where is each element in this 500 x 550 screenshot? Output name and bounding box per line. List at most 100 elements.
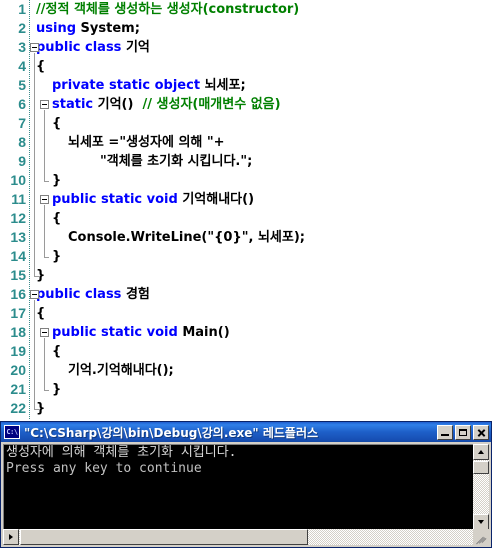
console-output-area[interactable]: 생성자에 의해 객체를 초기화 시킵니다. Press any key to c… [3,444,473,530]
code-line[interactable]: 21} [0,380,500,399]
code-line[interactable]: 9 "객체를 초기화 시킵니다."; [0,152,500,171]
minimize-button[interactable] [437,424,453,440]
code-line[interactable]: 12 { [0,209,500,228]
line-number: 9 [18,153,26,169]
code-line[interactable]: 4{ [0,57,500,76]
console-horizontal-scrollbar[interactable] [3,529,473,545]
scroll-down-button[interactable] [473,514,489,530]
code-line[interactable]: 10} [0,171,500,190]
line-number: 21 [10,381,26,397]
code-token: Main() [182,325,230,340]
code-line[interactable]: 19 { [0,342,500,361]
code-lines-container[interactable]: 1 //정적 객체를 생성하는 생성자(constructor) 2 using Sy… [0,0,500,418]
window-controls[interactable] [437,424,489,440]
code-token: ; [247,154,253,169]
code-text[interactable]: { [52,209,61,228]
horizontal-scroll-thumb[interactable] [20,529,308,545]
line-number: 6 [18,96,26,112]
close-button[interactable] [473,424,489,440]
code-text[interactable]: private static object 뇌세포; [52,76,246,95]
code-text[interactable]: { [36,57,45,76]
code-line[interactable]: 20 기억.기억해내다(); [0,361,500,380]
code-line[interactable]: 7{ [0,114,500,133]
code-line[interactable]: 2 using System; [0,19,500,38]
code-line[interactable]: 14} [0,247,500,266]
line-number: 15 [10,267,26,283]
code-text[interactable]: //정적 객체를 생성하는 생성자(constructor) [36,0,299,19]
code-token: } [52,382,62,397]
fold-region-end [34,276,39,277]
code-token: 뇌세포; [204,78,246,93]
fold-toggle-icon[interactable] [30,43,39,52]
code-line[interactable]: 13 Console.WriteLine("{0}", 뇌세포); [0,228,500,247]
code-text[interactable]: public class 경험 [36,285,150,304]
code-token: // 생성자(매개변수 없음) [142,97,281,112]
code-text[interactable]: } [52,171,61,190]
code-token: { [36,306,46,321]
fold-toggle-icon[interactable] [30,290,39,299]
console-window[interactable]: C:\ "C:\CSharp\강의\bin\Debug\강의.exe" 레드플러… [0,421,492,548]
fold-region-line [34,300,35,409]
code-token: { [36,59,46,74]
code-token: public class [36,40,126,55]
fold-region-end [44,181,49,182]
code-text[interactable]: "객체를 초기화 시킵니다."; [100,152,252,171]
code-line[interactable]: 5 private static object 뇌세포; [0,76,500,95]
code-token: 기억해내다() [182,192,255,207]
code-text[interactable]: { [52,342,61,361]
fold-region-line [34,53,35,276]
code-line[interactable]: 3 public class 기억 [0,38,500,57]
code-token: public class [36,287,126,302]
code-token: 기억() [97,97,143,112]
line-number: 22 [10,400,26,416]
scroll-right-button[interactable] [3,529,19,545]
scroll-up-button[interactable] [473,444,489,460]
code-text[interactable]: public static void 기억해내다() [52,190,254,209]
code-line[interactable]: 11 public static void 기억해내다() [0,190,500,209]
code-token: { [52,116,62,131]
code-text[interactable]: using System; [36,19,140,38]
code-text[interactable]: { [52,114,61,133]
maximize-button[interactable] [455,424,471,440]
code-token: System; [80,21,140,36]
code-token: "{0}" [207,230,249,245]
code-text[interactable]: public static void Main() [52,323,230,342]
code-token: private static object [52,78,205,93]
code-token: Console.WriteLine( [68,230,208,245]
console-vertical-scrollbar[interactable] [473,444,489,530]
code-line[interactable]: 8 뇌세포 ="생성자에 의해 "+ [0,133,500,152]
code-line[interactable]: 16 public class 경험 [0,285,500,304]
code-line[interactable]: 17 { [0,304,500,323]
code-editor[interactable]: 1 //정적 객체를 생성하는 생성자(constructor) 2 using Sy… [0,0,500,420]
line-number: 12 [10,210,26,226]
line-number: 19 [10,343,26,359]
code-token: static [52,97,98,112]
code-text[interactable]: 뇌세포 ="생성자에 의해 "+ [68,133,225,152]
line-number: 16 [10,286,26,302]
fold-toggle-icon[interactable] [40,100,49,109]
vertical-scroll-thumb[interactable] [473,461,489,474]
fold-region-end [44,390,49,391]
fold-toggle-icon[interactable] [40,195,49,204]
code-text[interactable]: 기억.기억해내다(); [68,361,174,380]
code-line[interactable]: 18 public static void Main() [0,323,500,342]
code-token: 기억.기억해내다(); [68,363,174,378]
code-text[interactable]: { [36,304,45,323]
line-number: 11 [11,191,26,207]
code-line[interactable]: 6 static 기억() // 생성자(매개변수 없음) [0,95,500,114]
code-text[interactable]: public class 기억 [36,38,150,57]
code-text[interactable]: } [52,247,61,266]
code-text[interactable]: } [52,380,61,399]
code-line[interactable]: 15} [0,266,500,285]
console-title-bar[interactable]: C:\ "C:\CSharp\강의\bin\Debug\강의.exe" 레드플러… [1,422,491,442]
resize-grip[interactable] [473,529,489,545]
code-token: { [52,344,62,359]
code-text[interactable]: Console.WriteLine("{0}", 뇌세포); [68,228,305,247]
code-token: , 뇌세포); [248,230,305,245]
line-number: 18 [10,324,26,340]
code-text[interactable]: static 기억() // 생성자(매개변수 없음) [52,95,281,114]
code-line[interactable]: 22} [0,399,500,418]
code-token: "객체를 초기화 시킵니다." [100,154,248,169]
fold-toggle-icon[interactable] [40,328,49,337]
code-line[interactable]: 1 //정적 객체를 생성하는 생성자(constructor) [0,0,500,19]
